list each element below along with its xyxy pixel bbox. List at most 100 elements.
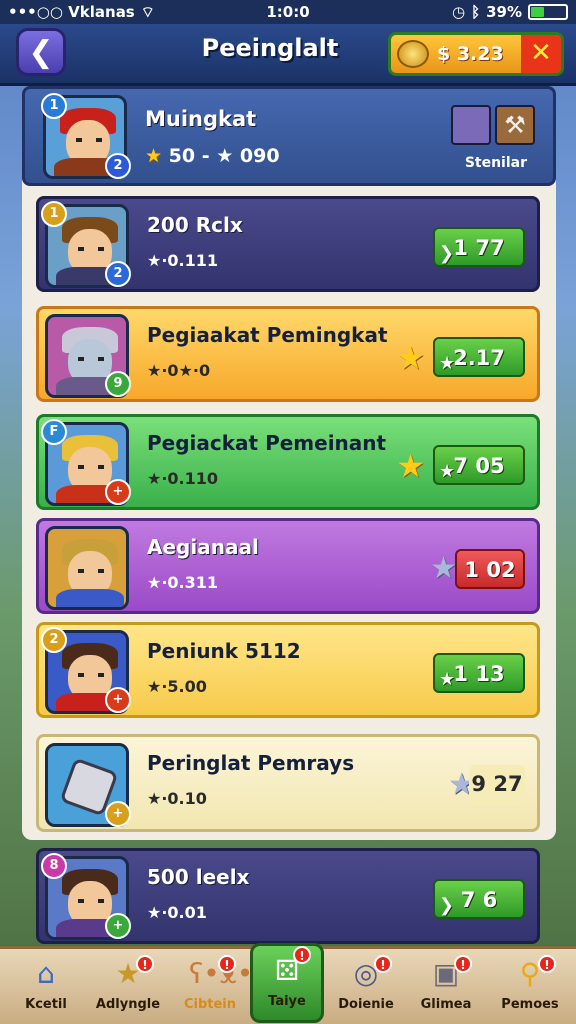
arrow-icon: ❯ — [439, 243, 455, 264]
page-title: Peeinglalt — [201, 34, 339, 62]
nav-label: Glimea — [420, 997, 472, 1012]
row-stats: ★·0.111 — [147, 251, 219, 270]
notification-badge: ! — [293, 946, 311, 964]
star-icon: ★ — [145, 145, 163, 167]
score-pill: 9 27 — [469, 765, 525, 805]
score-pill: ❯ 7 6 — [433, 879, 525, 919]
level-badge: 8 — [41, 853, 67, 879]
bottom-nav: ⌂ Kcetil ★ ! Adlyngle ʕ•ᴥ•ʔ ! Cibtein ⚄ … — [0, 943, 576, 1024]
wifi-icon: ⌔ — [140, 2, 155, 21]
opponent-avatar[interactable] — [451, 105, 491, 145]
rank-badge: 9 — [105, 371, 131, 397]
close-button[interactable]: ✕ — [521, 35, 561, 73]
nav-label: Taiye — [268, 994, 306, 1009]
row-stats: ★·0.311 — [147, 573, 219, 592]
row-title: 500 leelx — [147, 865, 250, 889]
star-icon: ★ — [430, 551, 457, 586]
row-title: Peniunk 5112 — [147, 639, 301, 663]
nav-label: Cibtein — [183, 997, 237, 1012]
row-title: Pegiaakat Pemingkat — [147, 323, 388, 347]
level-badge: 2 — [41, 627, 67, 653]
rank-badge: + — [105, 687, 131, 713]
list-item[interactable]: 9 Pegiaakat Pemingkat ★·0★·0 ★ ★ 2.17 — [36, 306, 540, 402]
row-stats: ★·0★·0 — [147, 361, 211, 380]
bluetooth-icon: ᛒ — [471, 3, 481, 21]
score-pill: ★ 1 13 — [433, 653, 525, 693]
nav-label: Kcetil — [25, 997, 67, 1012]
list-item[interactable]: + Peringlat Pemrays ★·0.10 ★ 9 27 — [36, 734, 540, 832]
header: ❮ Peeinglalt $ 3.23 ✕ — [0, 24, 576, 86]
player-card[interactable]: 1 2 Muingkat ★ 50 - ★ 090 ⚒ Stenilar — [22, 86, 556, 186]
score-pill: ★ 2.17 — [433, 337, 525, 377]
player-avatar — [45, 526, 129, 610]
score-value: 1 02 — [464, 558, 516, 582]
score-value: 9 27 — [471, 772, 523, 796]
player-stats: ★ 50 - ★ 090 — [145, 145, 280, 167]
list-item[interactable]: 2 + Peniunk 5112 ★·5.00 ★ 1 13 — [36, 622, 540, 718]
row-title: Peringlat Pemrays — [147, 751, 355, 775]
score-pill: ❯ 1 77 — [433, 227, 525, 267]
level-badge: 1 — [41, 201, 67, 227]
nav-label: Pemoes — [501, 997, 559, 1012]
score-value: 1 77 — [453, 236, 505, 260]
row-stats: ★·0.110 — [147, 469, 219, 488]
level-badge: 1 — [41, 93, 67, 119]
rank-badge: + — [105, 479, 131, 505]
notification-badge: ! — [374, 955, 392, 973]
nav-table[interactable]: ⚄ ! Taiye — [250, 943, 324, 1023]
back-button[interactable]: ❮ — [16, 28, 66, 76]
rank-badge: 2 — [105, 261, 131, 287]
battery-icon — [528, 4, 568, 20]
nav-adventure[interactable]: ★ ! Adlyngle — [92, 955, 164, 1023]
star-icon: ★ — [396, 339, 425, 377]
score-pill: 1 02 — [455, 549, 525, 589]
row-title: Pegiackat Pemeinant — [147, 431, 387, 455]
level-badge: F — [41, 419, 67, 445]
list-item[interactable]: Aegianaal ★·0.311 ★ 1 02 — [36, 518, 540, 614]
back-arrow-icon: ❮ — [28, 34, 54, 70]
score-value: 2.17 — [453, 346, 505, 370]
rank-badge: + — [105, 913, 131, 939]
notification-badge: ! — [218, 955, 236, 973]
notification-badge: ! — [136, 955, 154, 973]
alarm-icon: ◷ — [451, 3, 466, 21]
nav-label: Adlyngle — [95, 997, 161, 1012]
rank-badge: + — [105, 801, 131, 827]
battery-percent: 39% — [486, 3, 522, 21]
tools-icon[interactable]: ⚒ — [495, 105, 535, 145]
score-pill: ★ 7 05 — [433, 445, 525, 485]
star-icon: ★ — [439, 461, 456, 482]
row-title: Aegianaal — [147, 535, 259, 559]
list-item[interactable]: 1 2 200 Rclx ★·0.111 ❯ 1 77 — [36, 196, 540, 292]
star-icon: ★ — [439, 669, 456, 690]
notification-badge: ! — [454, 955, 472, 973]
score-value: 7 6 — [460, 888, 498, 912]
nav-label: Doienie — [338, 997, 394, 1012]
nav-collection[interactable]: ʕ•ᴥ•ʔ ! Cibtein — [174, 955, 268, 1023]
coin-value: $ 3.23 — [437, 43, 504, 65]
list-item[interactable]: 8 + 500 leelx ★·0.01 ❯ 7 6 — [36, 848, 540, 944]
notification-badge: ! — [538, 955, 556, 973]
player-name: Muingkat — [145, 107, 257, 131]
home-icon: ⌂ — [37, 957, 55, 990]
star-icon: ★ — [396, 447, 425, 485]
nav-target[interactable]: ◎ ! Doienie — [330, 955, 402, 1023]
nav-search[interactable]: ⚲ ! Pemoes — [494, 955, 566, 1023]
arrow-icon: ❯ — [439, 895, 455, 916]
score-value: 7 05 — [453, 454, 505, 478]
player-stats-value: 50 - ★ 090 — [168, 145, 280, 167]
side-label: Stenilar — [464, 155, 527, 171]
score-value: 1 13 — [453, 662, 505, 686]
row-title: 200 Rclx — [147, 213, 243, 237]
row-stats: ★·0.10 — [147, 789, 207, 808]
coin-balance[interactable]: $ 3.23 ✕ — [388, 32, 564, 76]
coin-icon — [397, 40, 429, 68]
nav-home[interactable]: ⌂ Kcetil — [10, 955, 82, 1023]
list-item[interactable]: F + Pegiackat Pemeinant ★·0.110 ★ ★ 7 05 — [36, 414, 540, 510]
star-icon: ★ — [439, 353, 456, 374]
nav-games[interactable]: ▣ ! Glimea — [410, 955, 482, 1023]
carrier-label: •••○○ Vklanas — [8, 3, 135, 21]
rank-badge: 2 — [105, 153, 131, 179]
clock: 1:0:0 — [266, 3, 310, 21]
status-bar: •••○○ Vklanas ⌔ 1:0:0 ◷ ᛒ 39% — [0, 0, 576, 24]
